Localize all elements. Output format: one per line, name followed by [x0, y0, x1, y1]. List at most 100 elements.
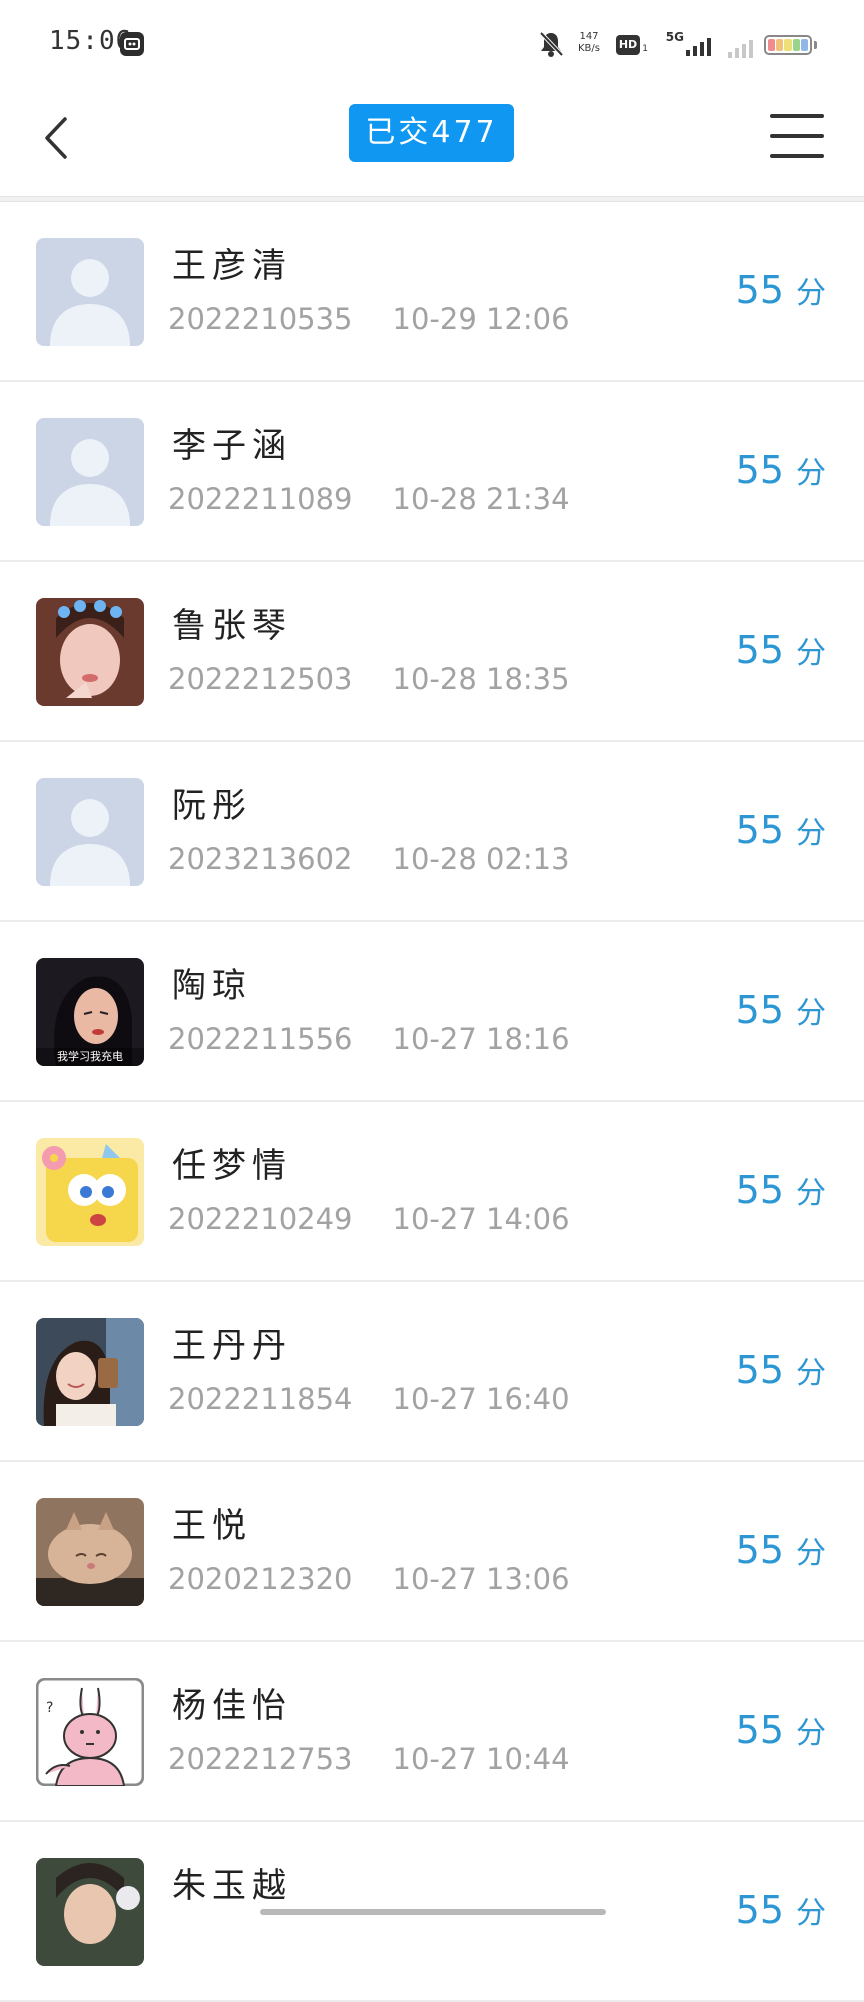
score: 55 分 [736, 1528, 826, 1572]
score-value: 55 [735, 1708, 784, 1752]
score-value: 55 [735, 1888, 784, 1932]
student-name: 鲁张琴 [172, 606, 292, 646]
student-meta: 2022210249 10-27 14:06 [168, 1202, 570, 1236]
score-unit: 分 [796, 276, 826, 311]
app-notification-icon [120, 32, 144, 56]
student-name: 王彦清 [172, 246, 292, 286]
score: 55 分 [736, 628, 826, 672]
score: 55 分 [736, 448, 826, 492]
svg-text:?: ? [46, 1700, 53, 1716]
battery-segment [792, 39, 800, 51]
submit-time: 10-29 12:06 [392, 302, 570, 336]
student-row[interactable]: 阮彤 2023213602 10-28 02:13 55 分 [0, 742, 864, 922]
battery-segment [784, 39, 792, 51]
menu-bar [770, 134, 824, 138]
score-value: 55 [735, 988, 784, 1032]
student-row[interactable]: ? 杨佳怡 2022212753 10-27 10:44 55 分 [0, 1642, 864, 1822]
student-row[interactable]: 王悦 2020212320 10-27 13:06 55 分 [0, 1462, 864, 1642]
home-indicator[interactable] [260, 1909, 606, 1915]
student-id: 2022211556 [168, 1022, 353, 1056]
avatar-caption: 我学习我充电 [57, 1050, 123, 1063]
score-unit: 分 [796, 996, 826, 1031]
avatar: 我学习我充电 [36, 958, 144, 1066]
score-value: 55 [735, 808, 784, 852]
student-id: 2022211854 [168, 1382, 353, 1416]
score-value: 55 [735, 268, 784, 312]
score-unit: 分 [796, 1896, 826, 1931]
avatar [36, 418, 144, 526]
score-unit: 分 [796, 636, 826, 671]
student-meta: 2022211089 10-28 21:34 [168, 482, 570, 516]
score: 55 分 [736, 1348, 826, 1392]
submit-time: 10-28 18:35 [392, 662, 570, 696]
avatar [36, 1138, 144, 1246]
student-id: 2022212503 [168, 662, 353, 696]
submit-time: 10-27 16:40 [392, 1382, 570, 1416]
submission-list: 王彦清 2022210535 10-29 12:06 55 分 李子涵 202221… [0, 202, 864, 2002]
student-meta: 2023213602 10-28 02:13 [168, 842, 570, 876]
score: 55 分 [736, 268, 826, 312]
network-speed-unit: KB/s [578, 43, 600, 54]
battery-segment [776, 39, 784, 51]
score: 55 分 [736, 1708, 826, 1752]
student-meta: 2022210535 10-29 12:06 [168, 302, 570, 336]
student-id: 2022211089 [168, 482, 353, 516]
submit-time: 10-28 02:13 [392, 842, 570, 876]
navigation-bar: 已交477 [0, 86, 864, 196]
submit-time: 10-27 18:16 [392, 1022, 570, 1056]
hd-badge: HD [616, 35, 640, 55]
score-value: 55 [735, 1168, 784, 1212]
secondary-signal-icon [728, 40, 753, 58]
student-row[interactable]: 我学习我充电 陶琼 2022211556 10-27 18:16 55 分 [0, 922, 864, 1102]
avatar: ? [36, 1678, 144, 1786]
avatar [36, 1498, 144, 1606]
hd-sub: 1 [642, 44, 648, 54]
student-row[interactable]: 任梦情 2022210249 10-27 14:06 55 分 [0, 1102, 864, 1282]
student-row[interactable]: 王彦清 2022210535 10-29 12:06 55 分 [0, 202, 864, 382]
avatar [36, 1318, 144, 1426]
student-row[interactable]: 鲁张琴 2022212503 10-28 18:35 55 分 [0, 562, 864, 742]
student-id: 2022210535 [168, 302, 353, 336]
student-meta: 2022211854 10-27 16:40 [168, 1382, 570, 1416]
battery-tip [814, 41, 817, 49]
score-unit: 分 [796, 1536, 826, 1571]
submitted-count-title[interactable]: 已交477 [349, 104, 514, 162]
signal-strength-icon [686, 38, 711, 56]
score-value: 55 [735, 448, 784, 492]
score-unit: 分 [796, 1716, 826, 1751]
network-type-label: 5G [665, 30, 684, 44]
student-name: 王丹丹 [172, 1326, 292, 1366]
score-value: 55 [735, 628, 784, 672]
student-id: 2020212320 [168, 1562, 353, 1596]
student-row[interactable]: 李子涵 2022211089 10-28 21:34 55 分 [0, 382, 864, 562]
student-name: 李子涵 [172, 426, 292, 466]
submit-time: 10-28 21:34 [392, 482, 570, 516]
back-button[interactable] [28, 106, 84, 170]
battery-segment [768, 39, 776, 51]
menu-bar [770, 154, 824, 158]
score-unit: 分 [796, 1356, 826, 1391]
student-id: 2022210249 [168, 1202, 353, 1236]
submit-time: 10-27 14:06 [392, 1202, 570, 1236]
score-unit: 分 [796, 456, 826, 491]
network-speed-value: 147 [579, 31, 599, 42]
battery-icon [764, 35, 812, 55]
student-row[interactable]: 王丹丹 2022211854 10-27 16:40 55 分 [0, 1282, 864, 1462]
student-name: 陶琼 [172, 966, 252, 1006]
network-speed: 147 KB/s [574, 31, 604, 55]
menu-button[interactable] [762, 108, 832, 164]
submit-time: 10-27 13:06 [392, 1562, 570, 1596]
student-name: 阮彤 [172, 786, 252, 826]
avatar [36, 778, 144, 886]
score-unit: 分 [796, 816, 826, 851]
student-name: 王悦 [172, 1506, 252, 1546]
mute-bell-icon [539, 31, 564, 57]
score: 55 分 [736, 1888, 826, 1932]
submit-time: 10-27 10:44 [392, 1742, 570, 1776]
student-meta: 2022212503 10-28 18:35 [168, 662, 570, 696]
student-meta [168, 1922, 208, 1956]
score: 55 分 [736, 808, 826, 852]
student-meta: 2022211556 10-27 18:16 [168, 1022, 570, 1056]
menu-bar [770, 114, 824, 118]
score-unit: 分 [796, 1176, 826, 1211]
